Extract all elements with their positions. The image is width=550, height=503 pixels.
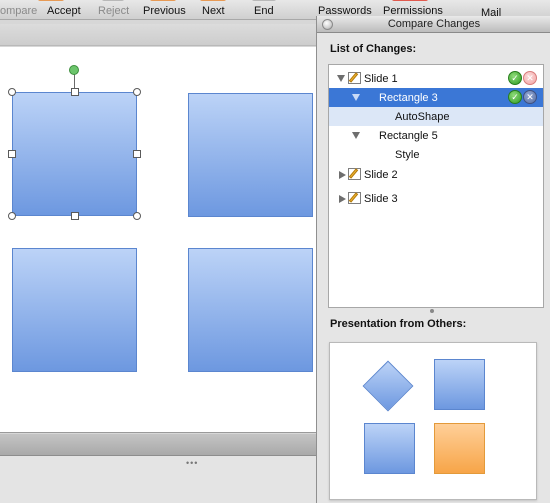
disclosure-triangle-icon[interactable]	[337, 75, 345, 82]
slide-icon	[348, 72, 361, 84]
reject-change-icon[interactable]: ✕	[523, 71, 537, 85]
tree-item-slide-3[interactable]: Slide 3	[329, 189, 543, 208]
resize-handle-top-right[interactable]	[133, 88, 141, 96]
previous-button[interactable]: Previous	[143, 5, 186, 17]
list-of-changes-label: List of Changes:	[330, 43, 417, 55]
rectangle-shape-2[interactable]	[188, 93, 313, 217]
tree-item-label: Style	[395, 149, 420, 161]
square-shape-blue-1	[434, 359, 485, 410]
status-area: •••	[0, 456, 316, 503]
compare-button[interactable]: ompare	[0, 5, 37, 17]
slide-canvas[interactable]	[0, 47, 316, 433]
tree-item-rectangle-5[interactable]: Rectangle 5	[329, 126, 543, 145]
resize-handle-right[interactable]	[133, 150, 141, 158]
changes-tree[interactable]: Slide 1 ✓ ✕ Rectangle 3 ✓ ✕ AutoShape Re…	[328, 64, 544, 308]
rectangle-shape-4[interactable]	[188, 248, 313, 372]
next-button[interactable]: Next	[202, 5, 225, 17]
reject-icon	[102, 0, 124, 1]
compare-changes-panel: Compare Changes List of Changes: Slide 1…	[316, 16, 550, 503]
tree-item-label: Slide 2	[364, 169, 398, 181]
resize-handle-bottom[interactable]	[71, 212, 79, 220]
rectangle-shape-3[interactable]	[12, 248, 137, 372]
square-shape-orange	[434, 423, 485, 474]
slide-icon	[348, 168, 361, 180]
previous-icon	[150, 0, 176, 1]
splitter-grip-icon[interactable]: •••	[186, 458, 198, 468]
square-shape-blue-2	[364, 423, 415, 474]
rotation-handle[interactable]	[69, 65, 79, 75]
tree-item-label: Rectangle 3	[379, 92, 438, 104]
end-icon	[252, 0, 276, 1]
next-icon	[200, 0, 226, 1]
reject-button[interactable]: Reject	[98, 5, 129, 17]
accept-icon	[38, 0, 64, 1]
tree-item-style[interactable]: Style	[329, 145, 543, 164]
panel-title-bar: Compare Changes	[317, 16, 550, 33]
disclosure-triangle-icon[interactable]	[339, 195, 346, 203]
disclosure-triangle-icon[interactable]	[352, 132, 360, 139]
slide-editor: •••	[0, 20, 316, 503]
splitter-handle-icon[interactable]	[430, 309, 434, 313]
resize-handle-bottom-left[interactable]	[8, 212, 16, 220]
accept-change-icon[interactable]: ✓	[508, 90, 522, 104]
tree-item-label: Slide 1	[364, 73, 398, 85]
panel-title: Compare Changes	[387, 18, 481, 30]
slide-ruler-area	[0, 24, 316, 46]
tree-item-slide-2[interactable]: Slide 2	[329, 165, 543, 184]
others-presentation-preview	[329, 342, 537, 500]
accept-button[interactable]: Accept	[47, 5, 81, 17]
slide-icon	[348, 192, 361, 204]
rectangle-3-shape[interactable]	[12, 92, 137, 216]
tree-item-rectangle-3[interactable]: Rectangle 3 ✓ ✕	[329, 88, 543, 107]
accept-change-icon[interactable]: ✓	[508, 71, 522, 85]
resize-handle-bottom-right[interactable]	[133, 212, 141, 220]
slide-scroll-area	[0, 434, 316, 456]
tree-item-label: Slide 3	[364, 193, 398, 205]
tree-item-label: Rectangle 5	[379, 130, 438, 142]
end-button[interactable]: End	[254, 5, 274, 17]
close-icon[interactable]	[322, 19, 333, 30]
permissions-icon	[392, 0, 428, 1]
reject-change-icon[interactable]: ✕	[523, 90, 537, 104]
resize-handle-left[interactable]	[8, 150, 16, 158]
tree-item-label: AutoShape	[395, 111, 450, 123]
resize-handle-top-left[interactable]	[8, 88, 16, 96]
disclosure-triangle-icon[interactable]	[339, 171, 346, 179]
diamond-shape	[362, 360, 414, 412]
tree-item-autoshape[interactable]: AutoShape	[329, 107, 543, 126]
presentation-from-others-label: Presentation from Others:	[330, 318, 467, 330]
disclosure-triangle-icon[interactable]	[352, 94, 360, 101]
resize-handle-top[interactable]	[71, 88, 79, 96]
tree-item-slide-1[interactable]: Slide 1 ✓ ✕	[329, 69, 543, 88]
